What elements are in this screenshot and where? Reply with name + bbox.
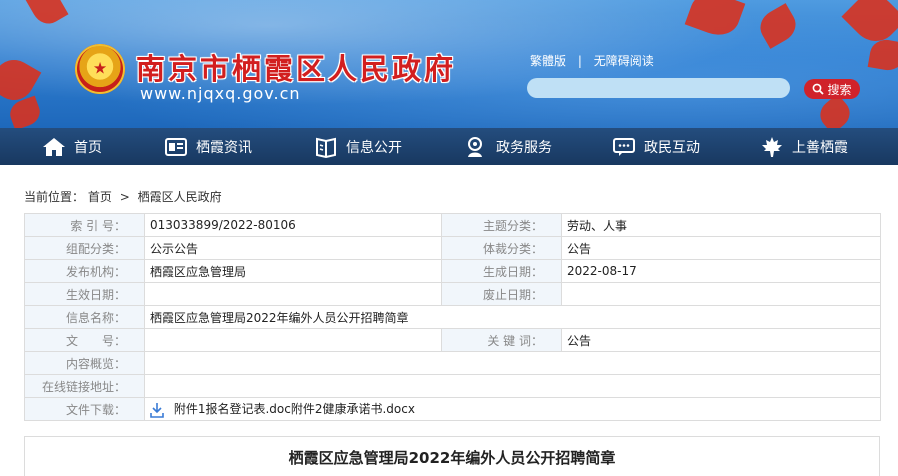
effective-date-value [144, 282, 442, 306]
article-title: 栖霞区应急管理局2022年编外人员公开招聘简章 [288, 449, 616, 467]
group-label: 组配分类： [24, 236, 145, 260]
created-date-value: 2022-08-17 [561, 259, 881, 283]
maple-leaf-icon [762, 136, 782, 157]
article-container: 栖霞区应急管理局2022年编外人员公开招聘简章 [24, 436, 880, 476]
breadcrumb-separator: > [119, 190, 130, 204]
publisher-value: 栖霞区应急管理局 [144, 259, 442, 283]
topic-value: 劳动、人事 [561, 213, 881, 237]
table-row: 文 号： 关 键 词： 公告 [24, 328, 881, 352]
abolished-date-label: 废止日期： [441, 282, 562, 306]
index-label: 索 引 号： [24, 213, 145, 237]
info-name-value: 栖霞区应急管理局2022年编外人员公开招聘简章 [144, 305, 881, 329]
topic-label: 主题分类： [441, 213, 562, 237]
doc-number-label: 文 号： [24, 328, 145, 352]
national-emblem-logo: ★ [75, 44, 125, 94]
created-date-label: 生成日期： [441, 259, 562, 283]
nav-item-interaction[interactable]: 政民互动 [612, 128, 700, 165]
summary-label: 内容概览： [24, 351, 145, 375]
breadcrumb-item-current[interactable]: 栖霞区人民政府 [138, 190, 222, 204]
online-link-value[interactable] [144, 374, 881, 398]
nav-item-label: 信息公开 [346, 139, 402, 156]
download-file-link[interactable]: 附件1报名登记表.doc附件2健康承诺书.docx [174, 402, 415, 416]
online-link-label: 在线链接地址： [24, 374, 145, 398]
publisher-label: 发布机构： [24, 259, 145, 283]
link-separator: | [577, 54, 582, 68]
nav-item-label: 上善栖霞 [792, 139, 848, 156]
table-row: 文件下载： 附件1报名登记表.doc附件2健康承诺书.docx [24, 397, 881, 421]
traditional-chinese-link[interactable]: 繁體版 [530, 54, 566, 68]
summary-value [144, 351, 881, 375]
nav-item-label: 政民互动 [644, 139, 700, 156]
site-title[interactable]: 南京市栖霞区人民政府 [136, 46, 456, 88]
genre-label: 体裁分类： [441, 236, 562, 260]
search-icon [813, 83, 825, 95]
table-row: 发布机构： 栖霞区应急管理局 生成日期： 2022-08-17 [24, 259, 881, 283]
table-row: 信息名称： 栖霞区应急管理局2022年编外人员公开招聘简章 [24, 305, 881, 329]
site-url: www.njqxq.gov.cn [140, 84, 301, 103]
keyword-label: 关 键 词： [441, 328, 562, 352]
table-row: 组配分类： 公示公告 体裁分类： 公告 [24, 236, 881, 260]
breadcrumb-prefix: 当前位置： [24, 190, 85, 204]
nav-item-label: 首页 [74, 139, 102, 156]
nav-item-label: 栖霞资讯 [196, 139, 252, 156]
abolished-date-value [561, 282, 881, 306]
index-value: 013033899/2022-80106 [144, 213, 442, 237]
table-row: 索 引 号： 013033899/2022-80106 主题分类： 劳动、人事 [24, 213, 881, 237]
accessible-reading-link[interactable]: 无障碍阅读 [594, 54, 654, 68]
download-icon [150, 402, 164, 418]
nav-item-news[interactable]: 栖霞资讯 [164, 128, 252, 165]
breadcrumb: 当前位置： 首页 > 栖霞区人民政府 [24, 188, 226, 205]
search-input[interactable] [527, 78, 790, 98]
doc-number-value [144, 328, 442, 352]
download-cell: 附件1报名登记表.doc附件2健康承诺书.docx [144, 397, 881, 421]
nav-item-label: 政务服务 [496, 139, 552, 156]
chat-icon [613, 137, 635, 156]
keyword-value: 公告 [561, 328, 881, 352]
info-metadata-table: 索 引 号： 013033899/2022-80106 主题分类： 劳动、人事 … [24, 213, 881, 421]
nav-item-info-disclosure[interactable]: 信息公开 [314, 128, 402, 165]
search-button-label: 搜索 [827, 82, 852, 97]
table-row: 内容概览： [24, 351, 881, 375]
header-banner: ★ 南京市栖霞区人民政府 www.njqxq.gov.cn 繁體版 | 无障碍阅… [0, 0, 898, 128]
nav-item-shangshan-qixia[interactable]: 上善栖霞 [760, 128, 848, 165]
nav-item-gov-service[interactable]: 政务服务 [464, 128, 552, 165]
search-button[interactable]: 搜索 [804, 79, 860, 99]
group-value: 公示公告 [144, 236, 442, 260]
news-icon [165, 137, 187, 156]
table-row: 在线链接地址： [24, 374, 881, 398]
top-links: 繁體版 | 无障碍阅读 [530, 52, 654, 69]
breadcrumb-item-home[interactable]: 首页 [88, 190, 112, 204]
download-label: 文件下载： [24, 397, 145, 421]
main-nav: 首页 栖霞资讯 信息公开 政务服务 政民互动 上善栖霞 [0, 128, 898, 165]
home-icon [43, 137, 65, 156]
effective-date-label: 生效日期： [24, 282, 145, 306]
info-name-label: 信息名称： [24, 305, 145, 329]
genre-value: 公告 [561, 236, 881, 260]
table-row: 生效日期： 废止日期： [24, 282, 881, 306]
document-icon [316, 137, 336, 158]
service-icon [468, 136, 482, 157]
nav-item-home[interactable]: 首页 [42, 128, 102, 165]
